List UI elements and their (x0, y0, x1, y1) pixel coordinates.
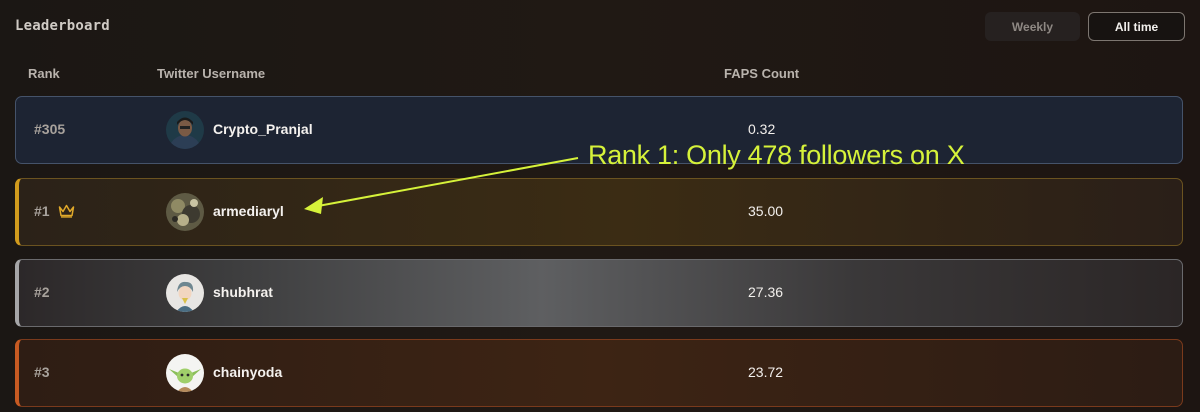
leaderboard-title: Leaderboard (15, 18, 110, 34)
faps-count: 23.72 (748, 364, 784, 380)
rank-value: #1 (34, 203, 50, 219)
all-time-tab[interactable]: All time (1088, 12, 1185, 41)
faps-count: 0.32 (748, 121, 776, 137)
username[interactable]: shubhrat (213, 284, 273, 300)
username[interactable]: Crypto_Pranjal (213, 121, 313, 137)
rank-column-header: Rank (28, 66, 60, 81)
faps-count: 27.36 (748, 284, 784, 300)
leaderboard-row-2[interactable]: #2 shubhrat 27.36 (15, 259, 1183, 327)
count-column-header: FAPS Count (724, 66, 800, 81)
leaderboard-row-1[interactable]: #1 armediaryl 35.00 (15, 178, 1183, 246)
rank-cell: #1 (34, 203, 75, 219)
annotation-text: Rank 1: Only 478 followers on X (588, 140, 965, 170)
username-column-header: Twitter Username (157, 66, 266, 81)
faps-count: 35.00 (748, 203, 784, 219)
rank-value: #3 (34, 364, 50, 380)
rank-value: #305 (34, 121, 66, 137)
username[interactable]: armediaryl (213, 203, 284, 219)
user-avatar-icon (166, 274, 204, 312)
crown-icon (58, 204, 75, 218)
leaderboard-row-3[interactable]: #3 chainyoda 23.72 (15, 339, 1183, 407)
username[interactable]: chainyoda (213, 364, 282, 380)
user-avatar-icon (166, 354, 204, 392)
user-avatar-icon (166, 193, 204, 231)
weekly-tab[interactable]: Weekly (985, 12, 1080, 41)
user-avatar-icon (166, 111, 204, 149)
rank-value: #2 (34, 284, 50, 300)
